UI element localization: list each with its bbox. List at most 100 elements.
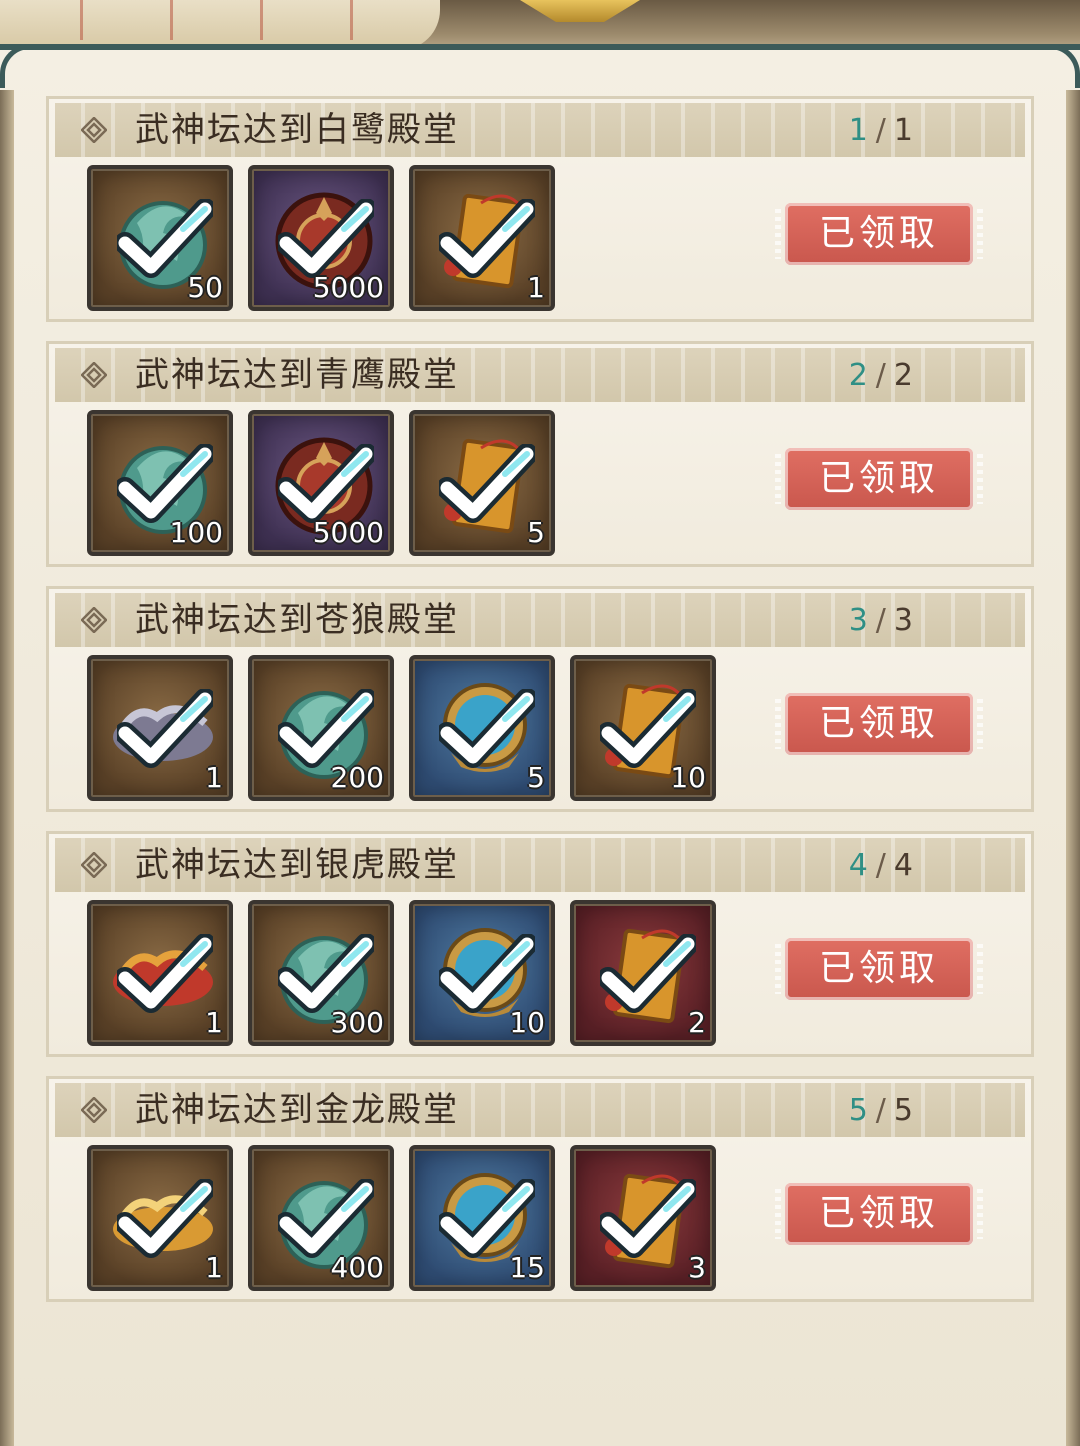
- reward-count: 100: [169, 516, 223, 549]
- reward-item[interactable]: 300: [248, 900, 394, 1046]
- progress-separator: /: [875, 113, 886, 148]
- check-icon: [275, 443, 377, 524]
- reward-count: 5000: [312, 516, 384, 549]
- diamond-icon: [80, 606, 108, 634]
- reward-item[interactable]: 50: [87, 165, 233, 311]
- progress-total: 4: [893, 848, 913, 883]
- task-title: 武神坛达到苍狼殿堂: [135, 600, 459, 640]
- progress-total: 5: [893, 1093, 913, 1128]
- reward-count: 10: [670, 761, 706, 794]
- check-icon: [114, 933, 216, 1014]
- check-icon: [436, 443, 538, 524]
- task-header: 武神坛达到银虎殿堂 4/4: [55, 838, 1025, 892]
- reward-item[interactable]: 10: [409, 900, 555, 1046]
- frame-rail-left: [0, 90, 14, 1446]
- reward-item[interactable]: 15: [409, 1145, 555, 1291]
- reward-item[interactable]: 100: [87, 410, 233, 556]
- check-icon: [436, 933, 538, 1014]
- claimed-button[interactable]: 已领取: [775, 693, 983, 755]
- reward-count: 5: [527, 516, 545, 549]
- check-icon: [114, 1178, 216, 1259]
- reward-count: 3: [688, 1251, 706, 1284]
- check-icon: [597, 688, 699, 769]
- check-icon: [436, 1178, 538, 1259]
- task-title: 武神坛达到青鹰殿堂: [135, 355, 459, 395]
- claimed-button[interactable]: 已领取: [775, 938, 983, 1000]
- task-title: 武神坛达到银虎殿堂: [135, 845, 459, 885]
- reward-count: 1: [527, 271, 545, 304]
- diamond-icon: [80, 851, 108, 879]
- reward-item[interactable]: 2: [570, 900, 716, 1046]
- claimed-button[interactable]: 已领取: [775, 448, 983, 510]
- claimed-button[interactable]: 已领取: [775, 203, 983, 265]
- progress-current: 3: [848, 603, 868, 638]
- progress-current: 1: [848, 113, 868, 148]
- claimed-button[interactable]: 已领取: [775, 1183, 983, 1245]
- check-icon: [275, 198, 377, 279]
- progress-total: 2: [893, 358, 913, 393]
- reward-item[interactable]: 1: [87, 655, 233, 801]
- check-icon: [114, 443, 216, 524]
- task-title: 武神坛达到白鹭殿堂: [135, 110, 459, 150]
- reward-count: 5000: [312, 271, 384, 304]
- progress-current: 2: [848, 358, 868, 393]
- reward-count: 5: [527, 761, 545, 794]
- reward-count: 15: [509, 1251, 545, 1284]
- task-card: 武神坛达到金龙殿堂 5/5 1 400 15 3 已领取: [46, 1076, 1034, 1302]
- task-card: 武神坛达到银虎殿堂 4/4 1 300 10 2 已领取: [46, 831, 1034, 1057]
- task-header: 武神坛达到白鹭殿堂 1/1: [55, 103, 1025, 157]
- reward-count: 2: [688, 1006, 706, 1039]
- task-header: 武神坛达到苍狼殿堂 3/3: [55, 593, 1025, 647]
- reward-count: 1: [205, 761, 223, 794]
- reward-item[interactable]: 200: [248, 655, 394, 801]
- check-icon: [114, 688, 216, 769]
- reward-count: 1: [205, 1006, 223, 1039]
- reward-count: 300: [330, 1006, 384, 1039]
- reward-item[interactable]: 1: [87, 1145, 233, 1291]
- reward-item[interactable]: 10: [570, 655, 716, 801]
- task-progress: 2/2: [849, 356, 913, 396]
- task-progress: 5/5: [849, 1091, 913, 1131]
- check-icon: [275, 1178, 377, 1259]
- reward-item[interactable]: 1: [409, 165, 555, 311]
- reward-item[interactable]: 5000: [248, 410, 394, 556]
- gold-ornament: [520, 0, 640, 22]
- reward-count: 10: [509, 1006, 545, 1039]
- task-progress: 1/1: [849, 111, 913, 151]
- check-icon: [275, 933, 377, 1014]
- progress-separator: /: [875, 358, 886, 393]
- task-card: 武神坛达到青鹰殿堂 2/2 100 5000 5 已领取: [46, 341, 1034, 567]
- reward-item[interactable]: 5: [409, 410, 555, 556]
- task-list[interactable]: 武神坛达到白鹭殿堂 1/1 50 5000 1 已领取 武神坛达到青鹰殿堂 2/…: [46, 96, 1034, 1321]
- check-icon: [114, 198, 216, 279]
- check-icon: [275, 688, 377, 769]
- reward-count: 1: [205, 1251, 223, 1284]
- check-icon: [436, 688, 538, 769]
- task-header: 武神坛达到金龙殿堂 5/5: [55, 1083, 1025, 1137]
- reward-item[interactable]: 5000: [248, 165, 394, 311]
- diamond-icon: [80, 116, 108, 144]
- reward-item[interactable]: 1: [87, 900, 233, 1046]
- task-header: 武神坛达到青鹰殿堂 2/2: [55, 348, 1025, 402]
- scroll-paper-decoration: [0, 0, 440, 50]
- task-title: 武神坛达到金龙殿堂: [135, 1090, 459, 1130]
- reward-item[interactable]: 400: [248, 1145, 394, 1291]
- check-icon: [597, 933, 699, 1014]
- check-icon: [597, 1178, 699, 1259]
- reward-item[interactable]: 5: [409, 655, 555, 801]
- reward-count: 200: [330, 761, 384, 794]
- task-card: 武神坛达到白鹭殿堂 1/1 50 5000 1 已领取: [46, 96, 1034, 322]
- reward-count: 400: [330, 1251, 384, 1284]
- progress-separator: /: [875, 848, 886, 883]
- progress-total: 3: [893, 603, 913, 638]
- task-progress: 3/3: [849, 601, 913, 641]
- reward-count: 50: [187, 271, 223, 304]
- progress-total: 1: [893, 113, 913, 148]
- frame-rail-right: [1066, 90, 1080, 1446]
- progress-separator: /: [875, 1093, 886, 1128]
- progress-separator: /: [875, 603, 886, 638]
- reward-item[interactable]: 3: [570, 1145, 716, 1291]
- diamond-icon: [80, 361, 108, 389]
- progress-current: 4: [848, 848, 868, 883]
- check-icon: [436, 198, 538, 279]
